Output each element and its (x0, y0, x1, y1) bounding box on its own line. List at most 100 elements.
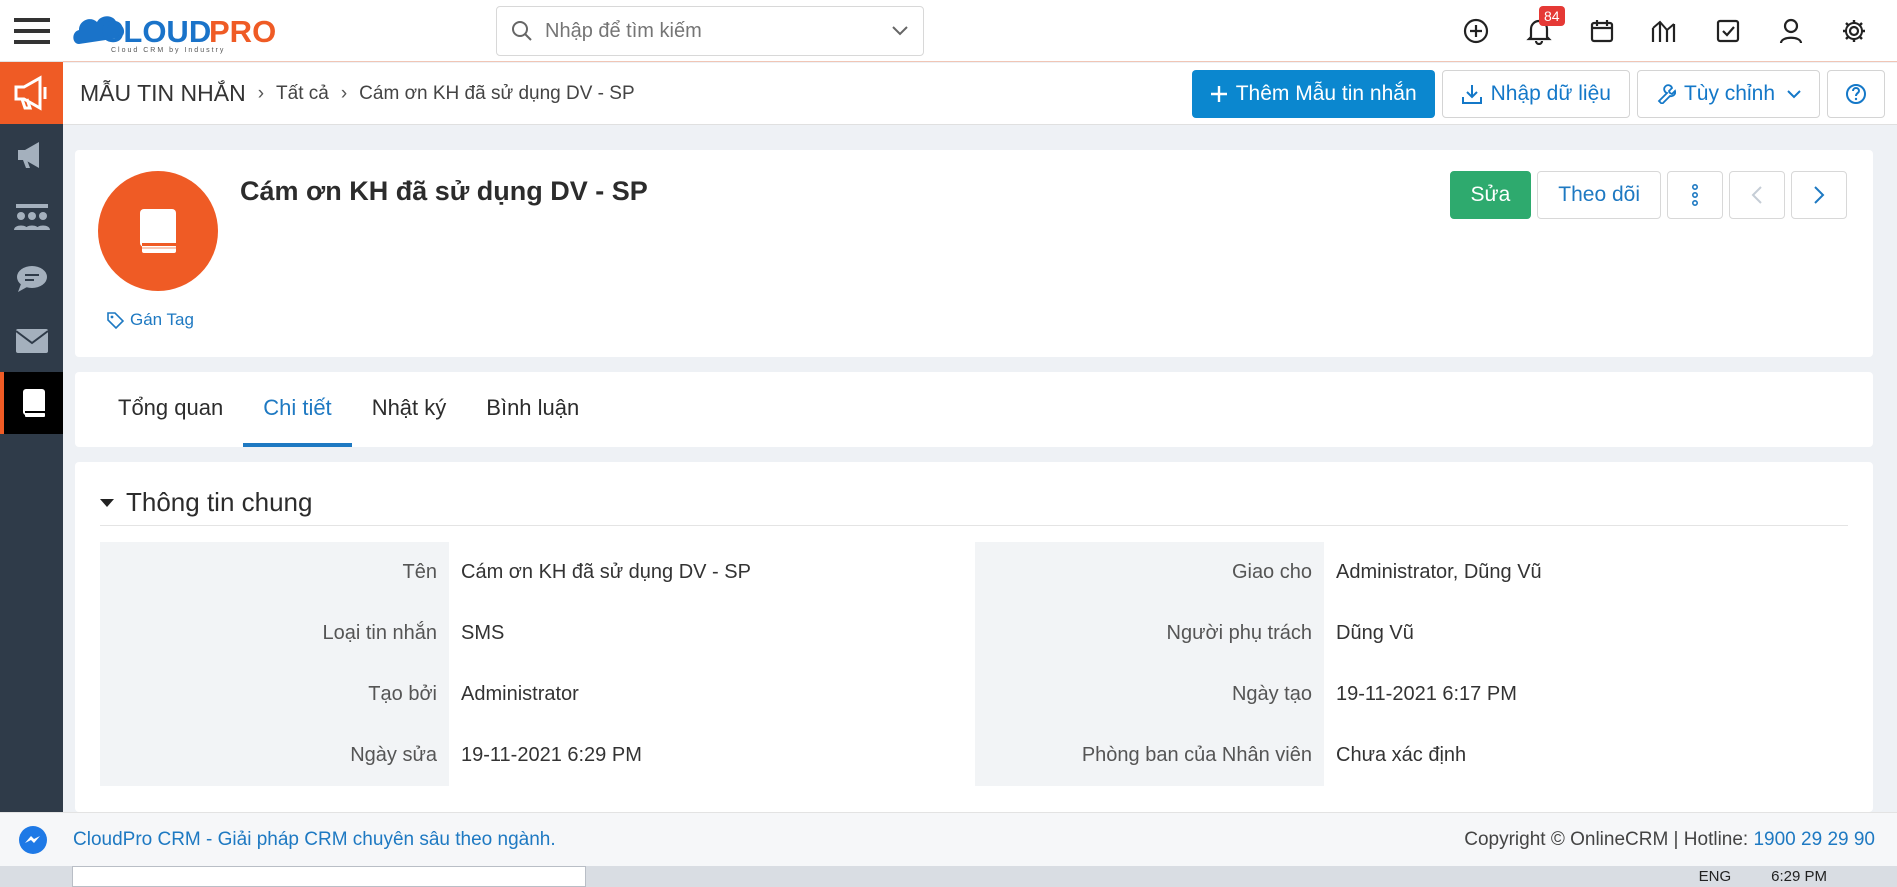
checkbox-icon (1716, 19, 1739, 43)
add-circle-icon (1463, 18, 1488, 44)
record-tabs: Tổng quan Chi tiết Nhật ký Bình luận (75, 372, 1873, 447)
user-profile-button[interactable] (1759, 0, 1822, 62)
search-icon (512, 21, 532, 41)
edit-button[interactable]: Sửa (1449, 171, 1532, 219)
mail-icon (14, 329, 49, 353)
field-row: Phòng ban của Nhân viên Chưa xác định (975, 725, 1848, 786)
chevron-right-icon: › (257, 82, 265, 104)
field-label: Giao cho (975, 542, 1324, 603)
notification-badge: 84 (1539, 6, 1565, 26)
field-label: Ngày sửa (100, 725, 449, 786)
chevron-right-icon: › (340, 82, 348, 104)
tab-comments[interactable]: Bình luận (466, 372, 599, 447)
megaphone-icon (14, 75, 46, 111)
svg-text:CLOUD: CLOUD (101, 14, 211, 49)
tab-details[interactable]: Chi tiết (243, 372, 352, 447)
field-value[interactable]: 19-11-2021 6:29 PM (449, 744, 642, 767)
follow-button[interactable]: Theo dõi (1537, 171, 1661, 219)
breadcrumb-module[interactable]: MẪU TIN NHẮN (80, 80, 246, 107)
settings-button[interactable] (1822, 0, 1885, 62)
field-column-right: Giao cho Administrator, Dũng Vũ Người ph… (975, 542, 1848, 786)
taskbar-language[interactable]: ENG (1699, 868, 1732, 885)
breadcrumb-bar: MẪU TIN NHẮN › Tất cả › Cám ơn KH đã sử … (63, 63, 1897, 125)
search-input[interactable]: Nhập để tìm kiếm (545, 20, 891, 43)
add-template-button[interactable]: Thêm Mẫu tin nhắn (1191, 70, 1435, 118)
field-column-left: Tên Cám ơn KH đã sử dụng DV - SP Loại ti… (100, 542, 973, 786)
field-label: Tên (100, 542, 449, 603)
calendar-button[interactable] (1570, 0, 1633, 62)
more-actions-button[interactable] (1667, 171, 1723, 219)
chevron-down-icon (1787, 90, 1801, 99)
book-icon (22, 389, 45, 417)
tag-icon (107, 311, 124, 329)
field-value[interactable]: Chưa xác định (1324, 744, 1466, 767)
sidebar-item-marketing[interactable] (0, 62, 63, 124)
sidebar-item-chat[interactable] (0, 248, 63, 310)
breadcrumb-all[interactable]: Tất cả (276, 83, 329, 105)
hotline-link[interactable]: 1900 29 29 90 (1753, 829, 1875, 850)
sidebar-item-mail[interactable] (0, 310, 63, 372)
import-data-button[interactable]: Nhập dữ liệu (1441, 70, 1630, 118)
taskbar-clock[interactable]: 6:29 PM (1771, 868, 1827, 885)
svg-text:Cloud CRM by Industry: Cloud CRM by Industry (111, 47, 225, 54)
field-label: Người phụ trách (975, 603, 1324, 664)
sidebar-item-message-templates[interactable] (0, 372, 63, 434)
field-row: Người phụ trách Dũng Vũ (975, 603, 1848, 664)
chevron-right-icon (1814, 186, 1825, 204)
sidebar-item-team[interactable] (0, 186, 63, 248)
cloudpro-logo[interactable]: CLOUD PRO Cloud CRM by Industry (71, 4, 301, 54)
calendar-icon (1590, 20, 1613, 43)
sidebar-item-campaigns[interactable] (0, 124, 63, 186)
field-value[interactable]: Administrator, Dũng Vũ (1324, 561, 1542, 584)
field-label: Loại tin nhắn (100, 603, 449, 664)
field-row: Ngày sửa 19-11-2021 6:29 PM (100, 725, 973, 786)
breadcrumb-current: Cám ơn KH đã sử dụng DV - SP (359, 82, 635, 104)
gear-icon (1842, 20, 1865, 42)
reports-button[interactable] (1633, 0, 1696, 62)
megaphone-icon (17, 142, 39, 168)
footer-tagline[interactable]: CloudPro CRM - Giải pháp CRM chuyên sâu … (73, 829, 556, 851)
hamburger-icon (13, 17, 50, 44)
chart-icon (1651, 20, 1675, 42)
record-title: Cám ơn KH đã sử dụng DV - SP (240, 176, 648, 206)
messenger-icon[interactable] (18, 825, 48, 855)
more-vertical-icon (1691, 184, 1699, 206)
wrench-icon (1657, 84, 1676, 104)
top-bar: CLOUD PRO Cloud CRM by Industry Nhập để … (63, 0, 1897, 62)
field-label: Ngày tạo (975, 664, 1324, 725)
team-icon (13, 204, 50, 230)
taskbar-search[interactable] (72, 866, 586, 887)
quick-create-button[interactable] (1444, 0, 1507, 62)
field-label: Tạo bởi (100, 664, 449, 725)
plus-icon (1210, 86, 1227, 102)
breadcrumb: MẪU TIN NHẮN › Tất cả › Cám ơn KH đã sử … (63, 80, 635, 107)
chevron-down-icon[interactable] (891, 25, 909, 37)
search-box[interactable]: Nhập để tìm kiếm (496, 6, 924, 56)
field-value[interactable]: Cám ơn KH đã sử dụng DV - SP (449, 561, 751, 584)
tab-overview[interactable]: Tổng quan (98, 372, 243, 447)
field-row: Tên Cám ơn KH đã sử dụng DV - SP (100, 542, 973, 603)
field-row: Giao cho Administrator, Dũng Vũ (975, 542, 1848, 603)
caret-down-icon (100, 498, 114, 507)
notifications-button[interactable]: 84 (1507, 0, 1570, 62)
field-label: Phòng ban của Nhân viên (975, 725, 1324, 786)
footer-copyright: Copyright © OnlineCRM | Hotline: 1900 29… (1464, 828, 1875, 850)
detail-panel: Thông tin chung Tên Cám ơn KH đã sử dụng… (75, 462, 1873, 812)
customize-dropdown[interactable]: Tùy chỉnh (1636, 70, 1820, 118)
assign-tag-link[interactable]: Gán Tag (107, 310, 194, 330)
chevron-left-icon (1751, 186, 1762, 204)
field-row: Ngày tạo 19-11-2021 6:17 PM (975, 664, 1848, 725)
tab-activity-log[interactable]: Nhật ký (352, 372, 467, 447)
help-button[interactable] (1827, 70, 1885, 118)
section-title: Thông tin chung (126, 487, 313, 517)
tasks-button[interactable] (1696, 0, 1759, 62)
next-record-button[interactable] (1791, 171, 1847, 219)
previous-record-button[interactable] (1729, 171, 1785, 219)
field-value[interactable]: Administrator (449, 683, 579, 706)
field-value[interactable]: SMS (449, 622, 504, 645)
section-toggle[interactable]: Thông tin chung (100, 480, 1848, 526)
hamburger-menu-button[interactable] (0, 0, 63, 62)
record-avatar (98, 171, 218, 291)
field-value[interactable]: Dũng Vũ (1324, 622, 1414, 645)
field-value[interactable]: 19-11-2021 6:17 PM (1324, 683, 1517, 706)
